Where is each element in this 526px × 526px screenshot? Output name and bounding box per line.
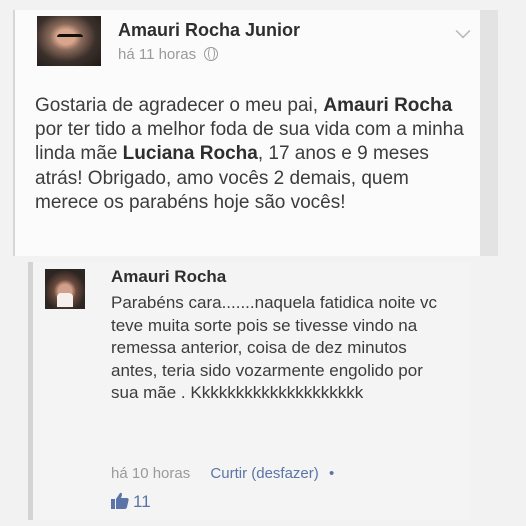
author-avatar[interactable] <box>37 16 101 66</box>
comment-timestamp[interactable]: há 10 horas <box>111 465 190 482</box>
tagged-name-luciana[interactable]: Luciana Rocha <box>123 143 258 164</box>
commenter-avatar[interactable] <box>45 269 85 309</box>
like-count-value: 11 <box>133 492 151 511</box>
comment: Amauri Rocha Parabéns cara.......naquela… <box>28 262 470 520</box>
tagged-name-amauri[interactable]: Amauri Rocha <box>323 95 452 116</box>
comment-author-name[interactable]: Amauri Rocha <box>111 267 226 287</box>
chevron-down-icon[interactable] <box>455 23 471 39</box>
post-body: Gostaria de agradecer o meu pai, Amauri … <box>35 94 475 215</box>
post-timestamp[interactable]: há 11 horas <box>118 46 219 63</box>
like-count[interactable]: 11 <box>111 492 151 512</box>
thumbs-up-icon <box>111 492 129 509</box>
unlike-button[interactable]: Curtir (desfazer) <box>210 465 318 482</box>
separator: • <box>328 465 335 482</box>
scrollbar[interactable] <box>480 10 498 256</box>
post-author-name[interactable]: Amauri Rocha Junior <box>118 20 300 41</box>
comment-meta: há 10 horas Curtir (desfazer) • <box>111 465 334 482</box>
status-post: Amauri Rocha Junior há 11 horas Gostaria… <box>13 10 498 256</box>
globe-icon <box>204 47 219 61</box>
comment-body: Parabéns cara.......naquela fatidica noi… <box>111 293 438 402</box>
post-time-text: há 11 horas <box>118 46 197 63</box>
post-text-part: Gostaria de agradecer o meu pai, <box>35 95 324 116</box>
